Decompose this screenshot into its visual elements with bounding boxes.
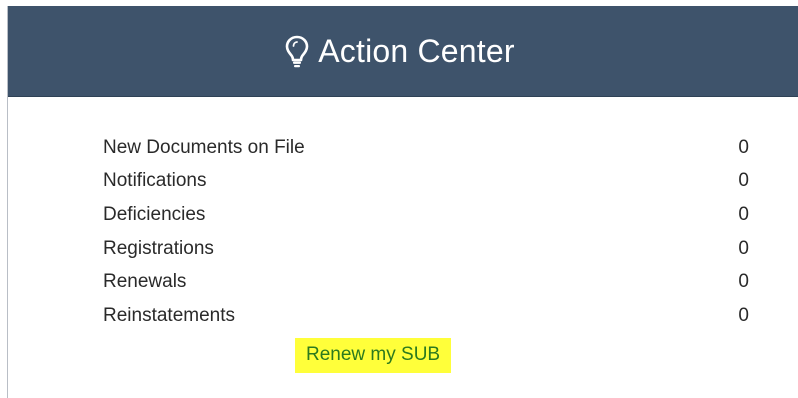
action-center-panel: Action Center New Documents on File 0 No… xyxy=(7,6,798,398)
item-count: 0 xyxy=(738,136,749,158)
item-label: New Documents on File xyxy=(103,136,305,158)
item-count: 0 xyxy=(738,237,749,259)
item-label: Notifications xyxy=(103,170,207,192)
list-item-reinstatements[interactable]: Reinstatements 0 xyxy=(103,299,763,333)
list-item-registrations[interactable]: Registrations 0 xyxy=(103,232,763,266)
action-items-list: New Documents on File 0 Notifications 0 … xyxy=(103,131,763,333)
item-count: 0 xyxy=(738,304,749,326)
panel-header: Action Center xyxy=(8,6,798,97)
list-item-deficiencies[interactable]: Deficiencies 0 xyxy=(103,198,763,232)
item-label: Deficiencies xyxy=(103,203,206,225)
item-label: Registrations xyxy=(103,237,214,259)
header-content: Action Center xyxy=(284,32,515,70)
list-item-new-documents[interactable]: New Documents on File 0 xyxy=(103,131,763,165)
item-count: 0 xyxy=(738,203,749,225)
item-count: 0 xyxy=(738,271,749,293)
list-item-notifications[interactable]: Notifications 0 xyxy=(103,165,763,199)
item-count: 0 xyxy=(738,170,749,192)
lightbulb-icon xyxy=(284,34,310,68)
renew-my-sub-link[interactable]: Renew my SUB xyxy=(295,338,452,373)
panel-title: Action Center xyxy=(318,32,515,69)
list-item-renewals[interactable]: Renewals 0 xyxy=(103,265,763,299)
item-label: Renewals xyxy=(103,271,187,293)
item-label: Reinstatements xyxy=(103,304,236,326)
